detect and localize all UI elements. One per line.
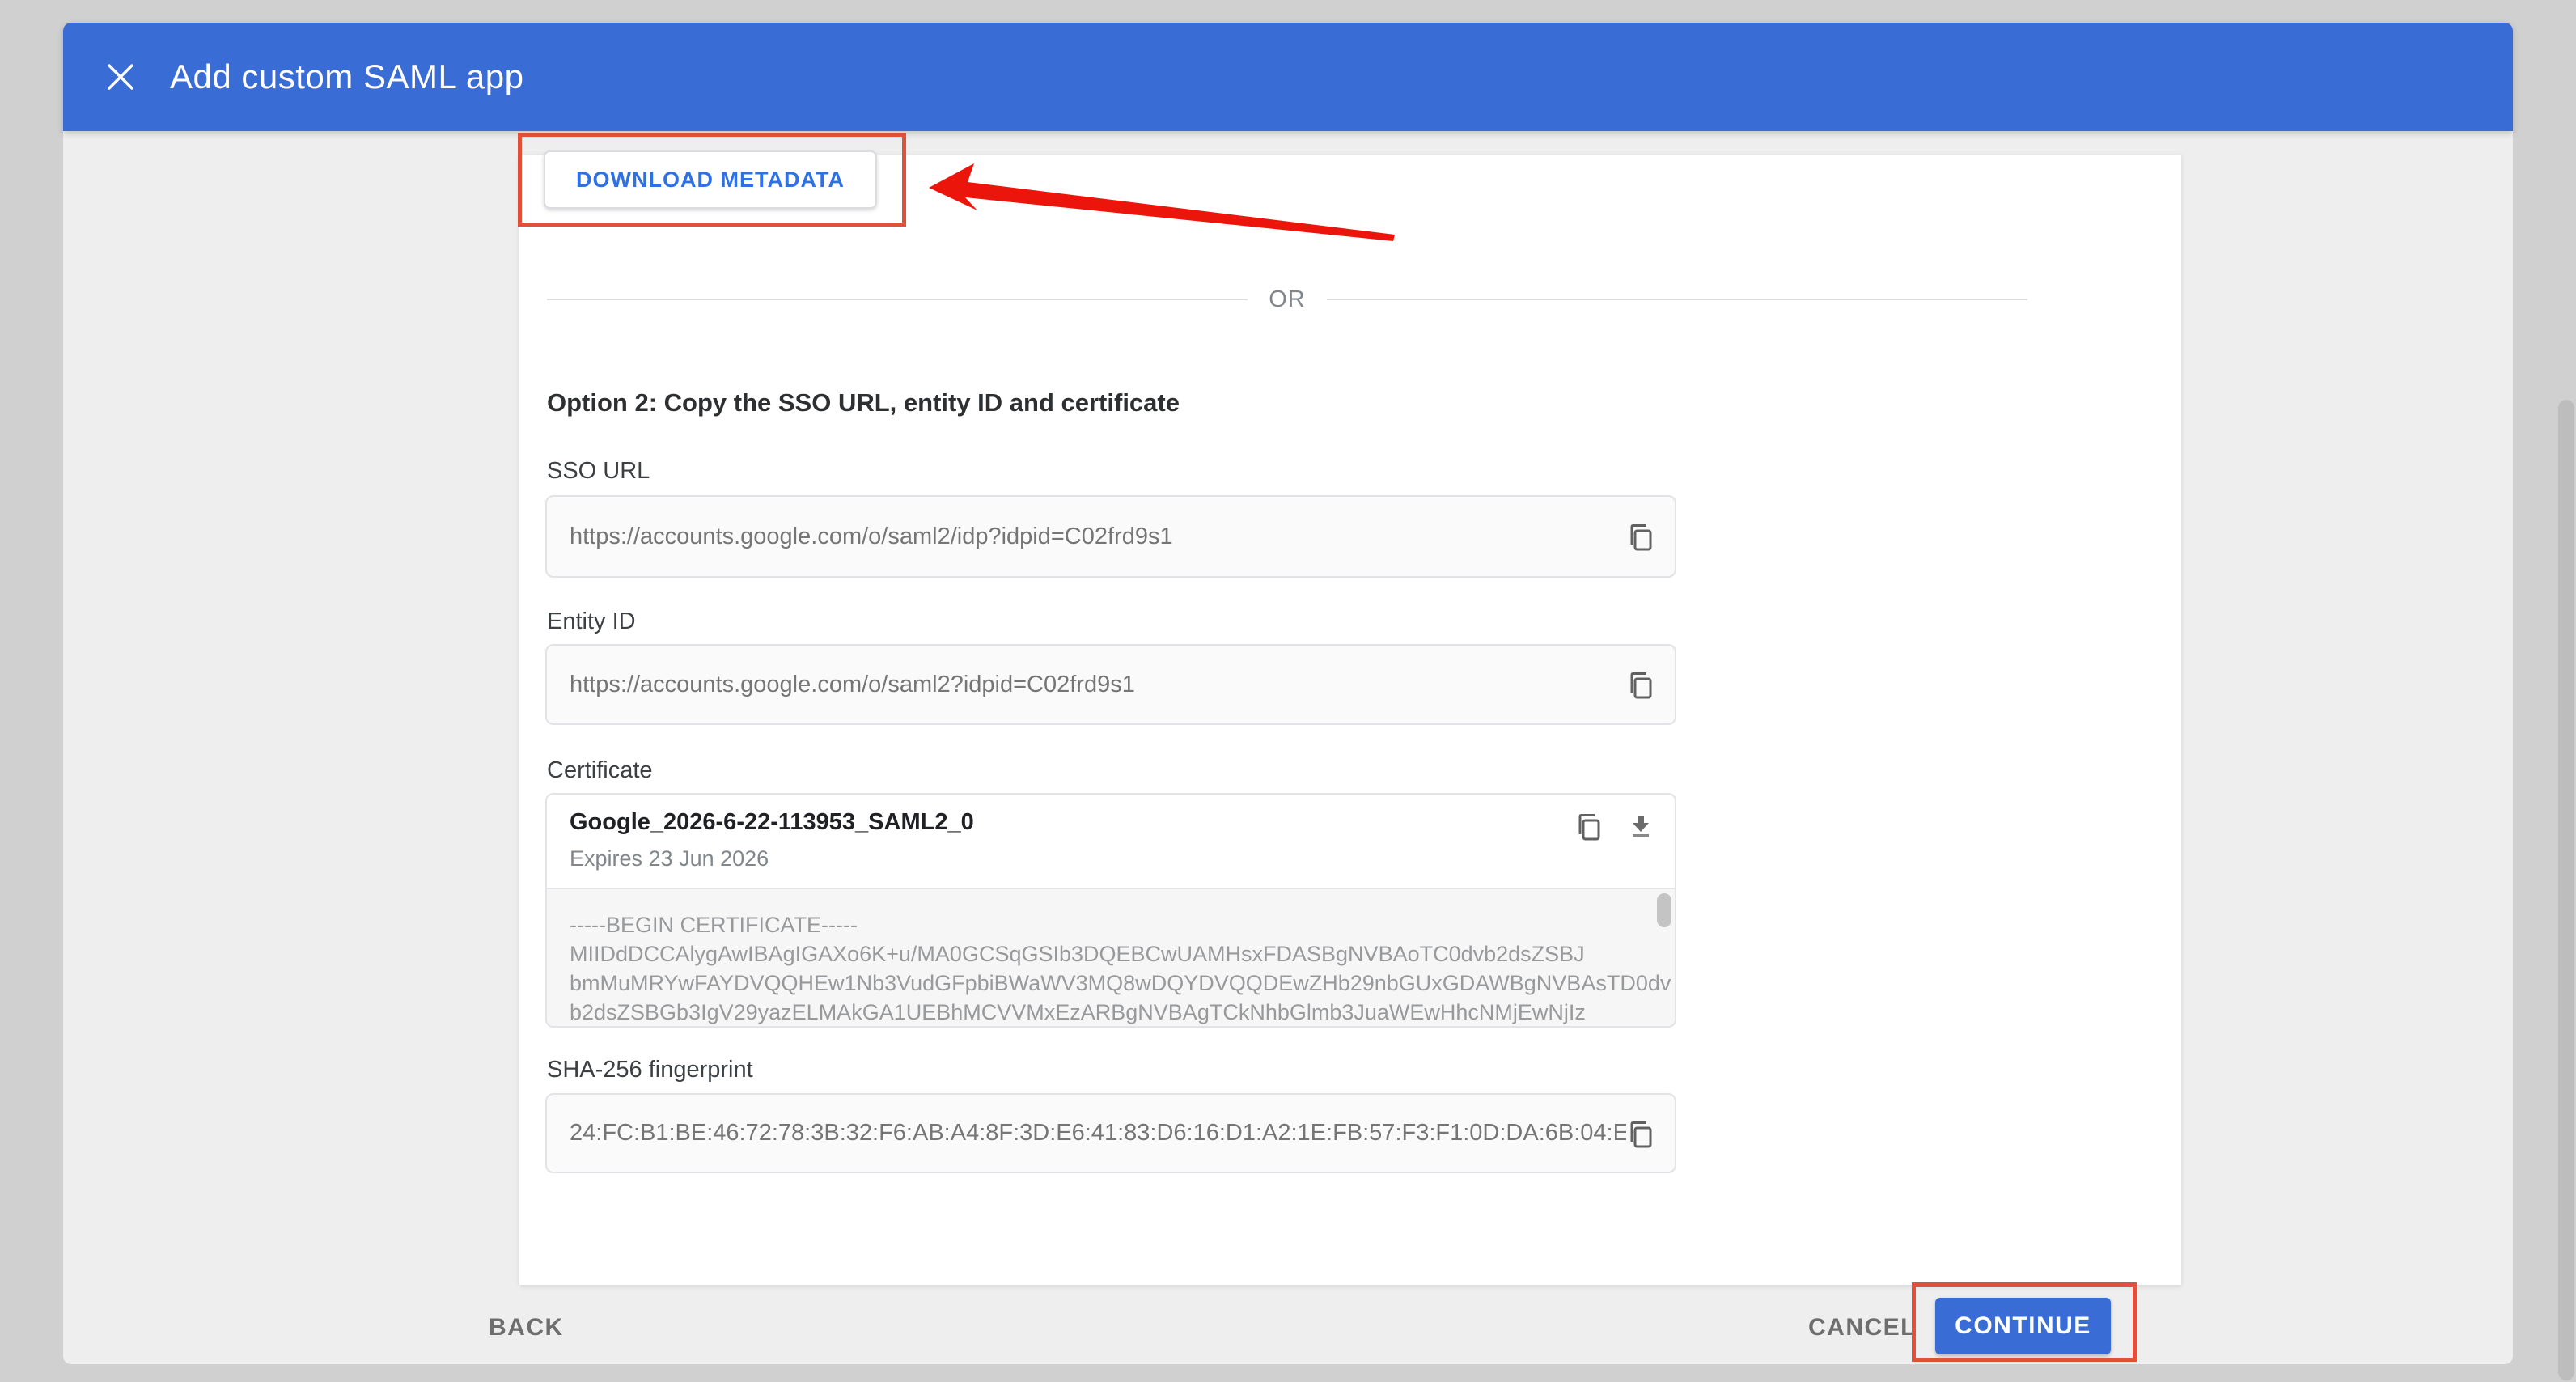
sso-url-field[interactable]: https://accounts.google.com/o/saml2/idp?… <box>545 495 1676 578</box>
close-icon <box>105 61 136 92</box>
copy-icon <box>1626 1118 1657 1149</box>
pem-line: b2dsZSBGb3IgV29yazELMAkGA1UEBhMCVVMxEzAR… <box>570 998 1626 1027</box>
dialog-header: Add custom SAML app <box>63 23 2513 131</box>
sha256-copy-button[interactable] <box>1626 1118 1657 1149</box>
entity-id-label: Entity ID <box>547 608 636 635</box>
or-label: OR <box>1269 286 1306 313</box>
divider-line-left <box>547 299 1248 300</box>
certificate-card: Google_2026-6-22-113953_SAML2_0 Expires … <box>545 793 1676 1028</box>
sha256-label: SHA-256 fingerprint <box>547 1057 753 1083</box>
dialog-title: Add custom SAML app <box>170 23 524 131</box>
entity-id-value: https://accounts.google.com/o/saml2?idpi… <box>570 672 1626 698</box>
or-divider: OR <box>547 277 2027 322</box>
copy-icon <box>1626 669 1657 700</box>
pem-line: bmMuMRYwFAYDVQQHEw1Nb3VudGFpbiBWaWV3MQ8w… <box>570 969 1626 998</box>
sha256-value: 24:FC:B1:BE:46:72:78:3B:32:F6:AB:A4:8F:3… <box>570 1120 1626 1147</box>
back-button[interactable]: BACK <box>489 1314 564 1342</box>
page: { "colors": { "header_blue": "#3a6cd6", … <box>0 0 2576 1382</box>
copy-icon <box>1626 521 1657 552</box>
continue-button[interactable]: CONTINUE <box>1935 1298 2111 1354</box>
copy-icon <box>1574 811 1605 841</box>
entity-id-field[interactable]: https://accounts.google.com/o/saml2?idpi… <box>545 644 1676 725</box>
certificate-pem-block[interactable]: -----BEGIN CERTIFICATE----- MIIDdDCCAlyg… <box>547 888 1675 1028</box>
certificate-name: Google_2026-6-22-113953_SAML2_0 <box>570 809 974 836</box>
certificate-expiry: Expires 23 Jun 2026 <box>570 846 769 871</box>
sso-url-value: https://accounts.google.com/o/saml2/idp?… <box>570 524 1626 550</box>
sso-url-label: SSO URL <box>547 458 650 485</box>
sso-url-copy-button[interactable] <box>1626 521 1657 552</box>
pem-line: MIIDdDCCAlygAwIBAgIGAXo6K+u/MA0GCSqGSIb3… <box>570 939 1626 969</box>
certificate-copy-button[interactable] <box>1574 811 1605 841</box>
certificate-download-button[interactable] <box>1625 809 1657 841</box>
download-metadata-button[interactable]: DOWNLOAD METADATA <box>544 150 877 209</box>
certificate-label: Certificate <box>547 757 653 784</box>
certificate-scrollbar-thumb[interactable] <box>1657 893 1671 927</box>
option2-heading: Option 2: Copy the SSO URL, entity ID an… <box>547 388 1180 418</box>
download-icon <box>1625 809 1657 841</box>
close-button[interactable] <box>92 23 149 131</box>
certificate-header: Google_2026-6-22-113953_SAML2_0 Expires … <box>547 795 1675 888</box>
sha256-field[interactable]: 24:FC:B1:BE:46:72:78:3B:32:F6:AB:A4:8F:3… <box>545 1093 1676 1173</box>
divider-line-right <box>1327 299 2027 300</box>
cancel-button[interactable]: CANCEL <box>1808 1314 1917 1342</box>
pem-line: -----BEGIN CERTIFICATE----- <box>570 910 1626 939</box>
page-scrollbar-thumb[interactable] <box>2558 400 2574 1380</box>
entity-id-copy-button[interactable] <box>1626 669 1657 700</box>
